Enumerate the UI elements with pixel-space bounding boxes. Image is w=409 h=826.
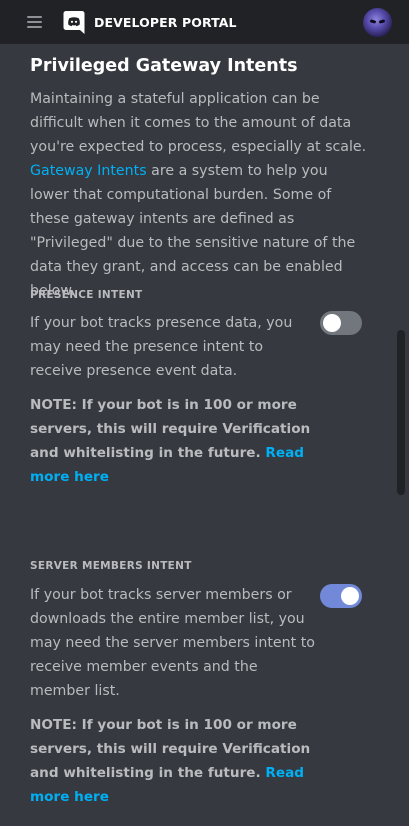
presence-intent-description: If your bot tracks presence data, you ma… xyxy=(30,315,293,379)
presence-intent-note: NOTE: If your bot is in 100 or more serv… xyxy=(30,393,315,489)
scrollbar-thumb[interactable] xyxy=(397,330,405,495)
intro-text: Maintaining a stateful application can b… xyxy=(30,87,370,303)
presence-intent-toggle[interactable] xyxy=(320,311,362,335)
intro-text-start: Maintaining a stateful application can b… xyxy=(30,91,367,155)
intro-text-end: are a system to help you lower that comp… xyxy=(30,163,356,299)
presence-intent-title: PRESENCE INTENT xyxy=(30,289,143,301)
server-members-intent-toggle[interactable] xyxy=(320,584,362,608)
server-members-intent-description: If your bot tracks server members or dow… xyxy=(30,587,315,699)
toggle-knob xyxy=(341,587,359,605)
server-members-intent-title: SERVER MEMBERS INTENT xyxy=(30,560,192,572)
hamburger-menu-icon[interactable] xyxy=(27,16,42,28)
page-title: Privileged Gateway Intents xyxy=(30,56,298,76)
gateway-intents-link[interactable]: Gateway Intents xyxy=(30,163,147,179)
discord-logo-icon[interactable] xyxy=(61,9,87,35)
top-bar: DEVELOPER PORTAL xyxy=(0,0,409,44)
server-members-intent-note: NOTE: If your bot is in 100 or more serv… xyxy=(30,713,315,809)
app-title: DEVELOPER PORTAL xyxy=(94,15,237,30)
user-avatar[interactable] xyxy=(363,8,392,37)
toggle-knob xyxy=(323,314,341,332)
